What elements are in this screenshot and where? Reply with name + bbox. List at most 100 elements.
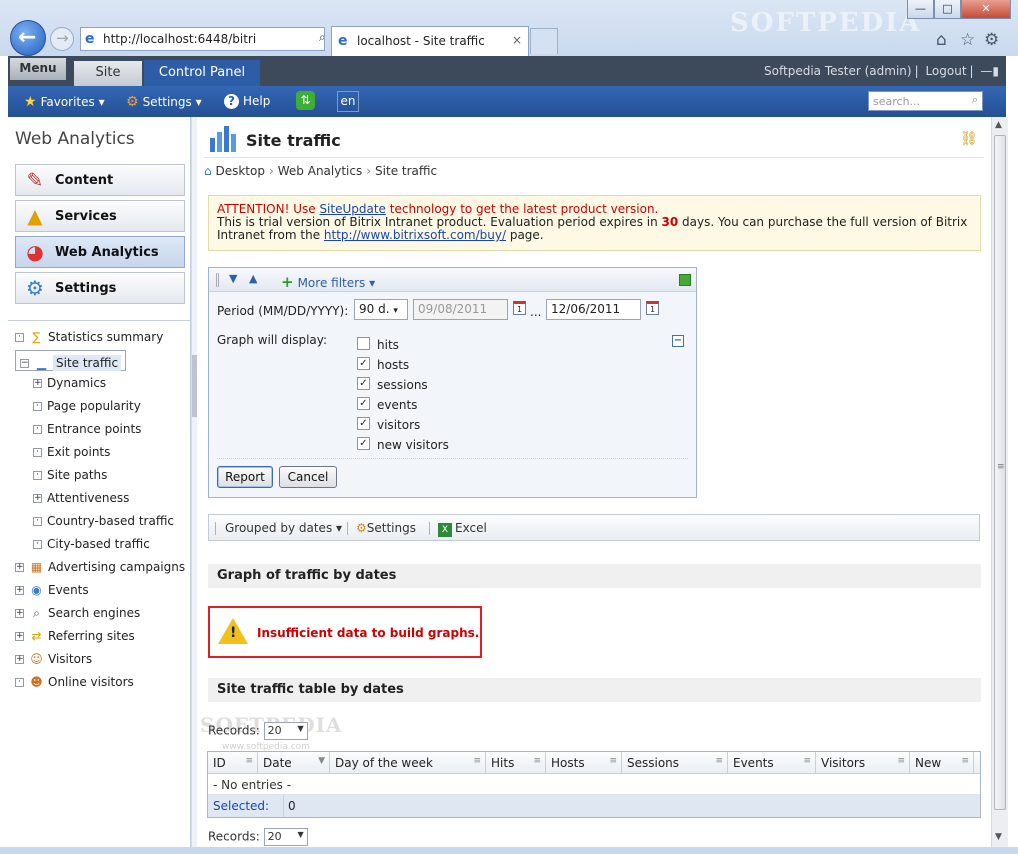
maximize-button[interactable]: □	[934, 0, 961, 19]
tab-control-panel[interactable]: Control Panel	[144, 60, 260, 86]
address-tools-icons[interactable]: ⌕▾↻✕	[319, 30, 324, 45]
tree-toggle-icon[interactable]: ·	[33, 471, 42, 480]
column-menu-icon[interactable]: ≡	[609, 756, 617, 766]
checkbox-label[interactable]: sessions	[377, 378, 428, 392]
checkbox-hosts[interactable]: ✓	[357, 357, 370, 370]
scroll-thumb[interactable]: ≡	[994, 135, 1006, 810]
search-input[interactable]: search... ⌕	[868, 91, 983, 111]
tree-toggle-icon[interactable]: +	[33, 379, 42, 388]
column-header-new[interactable]: New ≡	[910, 752, 974, 773]
address-bar[interactable]: e http://localhost:6448/bitri ⌕▾↻✕	[80, 27, 325, 51]
breadcrumb-item[interactable]: Site traffic	[375, 164, 437, 178]
tree-toggle-icon[interactable]: ·	[33, 448, 42, 457]
tab-close-icon[interactable]: ×	[512, 33, 522, 47]
tree-toggle-icon[interactable]: ·	[33, 425, 42, 434]
checkbox-hits[interactable]	[357, 337, 370, 350]
column-menu-icon[interactable]: ≡	[533, 756, 541, 766]
tree-toggle-icon[interactable]: +	[15, 632, 24, 641]
tree-toggle-icon[interactable]: ·	[15, 333, 24, 342]
calendar-from-icon[interactable]: 1	[513, 301, 526, 315]
user-name-link[interactable]: Softpedia Tester (admin)	[764, 64, 912, 78]
more-filters-button[interactable]: + More filters ▾	[281, 273, 375, 291]
checkbox-label[interactable]: visitors	[377, 418, 420, 432]
new-tab-button[interactable]	[530, 28, 558, 54]
sort-desc-icon[interactable]: ▼	[318, 756, 325, 766]
close-window-button[interactable]: ✕	[961, 0, 1011, 19]
sidebar-item-dynamics[interactable]: + Dynamics	[33, 373, 106, 393]
tab-site[interactable]: Site	[74, 61, 142, 86]
column-menu-icon[interactable]: ≡	[961, 756, 969, 766]
scroll-up-icon[interactable]: ▲	[995, 120, 1002, 130]
date-to-input[interactable]: 12/06/2011	[546, 299, 641, 320]
collapse-options-icon[interactable]: −	[672, 335, 684, 347]
checkbox-events[interactable]: ✓	[357, 397, 370, 410]
favorites-star-icon[interactable]: ☆	[960, 30, 975, 50]
checkbox-label[interactable]: events	[377, 398, 417, 412]
tree-toggle-icon[interactable]: +	[15, 563, 24, 572]
checkbox-new-visitors[interactable]: ✓	[357, 437, 370, 450]
module-web-analytics-button[interactable]: ◕ Web Analytics	[15, 236, 185, 268]
module-services-button[interactable]: ▲ Services	[15, 200, 185, 232]
vertical-scrollbar[interactable]: ▲ ≡ ▼	[991, 117, 1008, 847]
breadcrumb-item[interactable]: Web Analytics	[278, 164, 362, 178]
tree-toggle-icon[interactable]: −	[20, 359, 29, 368]
menu-button[interactable]: Menu	[10, 58, 66, 80]
pin-icon[interactable]: —▮	[980, 64, 999, 78]
forward-button[interactable]: →	[50, 27, 74, 51]
sidebar-item-city-based-traffic[interactable]: · City-based traffic	[33, 534, 150, 554]
sidebar-item-country-based-traffic[interactable]: · Country-based traffic	[33, 511, 174, 531]
search-icon[interactable]: ⌕	[972, 93, 978, 107]
date-from-input[interactable]: 09/08/2011	[413, 299, 508, 320]
tree-toggle-icon[interactable]: +	[15, 609, 24, 618]
column-menu-icon[interactable]: ≡	[245, 756, 253, 766]
column-menu-icon[interactable]: ≡	[897, 756, 905, 766]
tree-toggle-icon[interactable]: +	[15, 655, 24, 664]
checkbox-label[interactable]: hosts	[377, 358, 409, 372]
checkbox-visitors[interactable]: ✓	[357, 417, 370, 430]
records-select-bottom[interactable]: 20 ▼	[263, 828, 308, 846]
sidebar-item-page-popularity[interactable]: · Page popularity	[33, 396, 141, 416]
link-icon[interactable]: ⛓	[960, 131, 978, 147]
sidebar-item-site-traffic[interactable]: − ▁ Site traffic	[15, 350, 127, 371]
favorites-menu[interactable]: ★ Favorites ▾	[24, 94, 105, 110]
siteupdate-link[interactable]: SiteUpdate	[319, 202, 386, 216]
sidebar-item-statistics-summary[interactable]: · ∑ Statistics summary	[15, 327, 163, 347]
splitter-handle[interactable]	[192, 355, 197, 417]
scroll-down-icon[interactable]: ▼	[995, 832, 1002, 842]
sidebar-item-search-engines[interactable]: + ⌕ Search engines	[15, 603, 140, 623]
excel-button[interactable]: X Excel	[438, 521, 487, 537]
collapse-up-icon[interactable]: ▲	[249, 272, 257, 285]
column-header-date[interactable]: Date ▼	[258, 752, 330, 773]
filter-status-icon[interactable]	[679, 274, 691, 286]
home-icon[interactable]: ⌂	[936, 30, 947, 50]
tree-toggle-icon[interactable]: +	[15, 586, 24, 595]
sidebar-item-exit-points[interactable]: · Exit points	[33, 442, 110, 462]
column-header-visitors[interactable]: Visitors ≡	[816, 752, 910, 773]
breadcrumb-item[interactable]: Desktop	[215, 164, 265, 178]
grouped-by-dates-menu[interactable]: Grouped by dates ▾	[225, 521, 342, 535]
sidebar-item-entrance-points[interactable]: · Entrance points	[33, 419, 141, 439]
tools-gear-icon[interactable]: ⚙	[984, 30, 999, 50]
column-header-day-of-the-week[interactable]: Day of the week ≡	[330, 752, 486, 773]
records-select-top[interactable]: 20 ▼	[263, 722, 308, 740]
column-menu-icon[interactable]: ≡	[803, 756, 811, 766]
sidebar-item-attentiveness[interactable]: + Attentiveness	[33, 488, 129, 508]
tree-toggle-icon[interactable]: ·	[33, 540, 42, 549]
sidebar-item-site-paths[interactable]: · Site paths	[33, 465, 107, 485]
column-header-hosts[interactable]: Hosts ≡	[546, 752, 622, 773]
buy-link[interactable]: http://www.bitrixsoft.com/buy/	[324, 228, 506, 242]
sidebar-item-visitors[interactable]: + ☺ Visitors	[15, 649, 92, 669]
report-button[interactable]: Report	[217, 466, 273, 488]
tree-toggle-icon[interactable]: ·	[33, 517, 42, 526]
checkbox-sessions[interactable]: ✓	[357, 377, 370, 390]
refresh-button[interactable]: ⇅	[296, 91, 319, 110]
language-selector[interactable]: en	[337, 91, 359, 112]
column-header-hits[interactable]: Hits ≡	[486, 752, 546, 773]
cancel-button[interactable]: Cancel	[279, 466, 337, 488]
minimize-button[interactable]: —	[907, 0, 934, 19]
column-header-events[interactable]: Events ≡	[728, 752, 816, 773]
checkbox-label[interactable]: new visitors	[377, 438, 449, 452]
sidebar-item-online-visitors[interactable]: · ☻ Online visitors	[15, 672, 134, 692]
filter-grip[interactable]	[216, 273, 219, 287]
sidebar-item-events[interactable]: + ◉ Events	[15, 580, 89, 600]
